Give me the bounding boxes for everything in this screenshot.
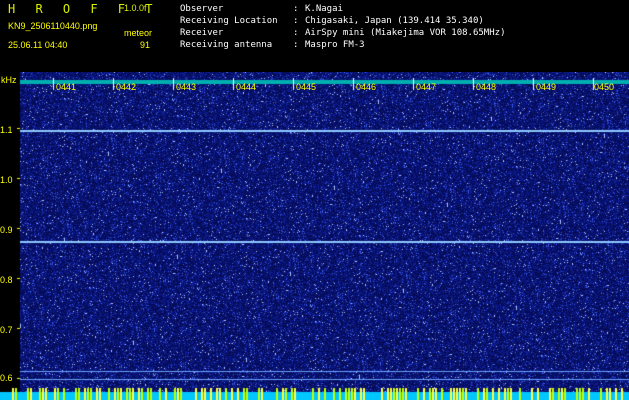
info-key: Receiver xyxy=(180,28,224,38)
mode-label: meteor xyxy=(124,28,153,38)
time-tick-label: 0444 xyxy=(236,82,257,92)
time-tick-label: 0445 xyxy=(296,82,317,92)
datetime-label: 25.06.11 04:40 xyxy=(8,40,68,50)
spectrogram-canvas xyxy=(0,72,629,400)
app-version: 1.0.0f xyxy=(124,3,147,13)
header-panel: H R O F F T 1.0.0f KN9_2506110440.png me… xyxy=(0,0,629,72)
y-tick-label: 1.0 xyxy=(0,175,13,185)
filename-label: KN9_2506110440.png xyxy=(8,21,98,31)
time-tick-label: 0443 xyxy=(176,82,197,92)
y-axis-unit: kHz xyxy=(1,75,17,85)
info-key: Receiving Location xyxy=(180,16,278,26)
info-value: AirSpy mini (Miakejima VOR 108.65MHz) xyxy=(305,28,506,38)
y-tick-label: 1.1 xyxy=(0,125,13,135)
info-row-antenna: Receiving antenna: Maspro FM-3 xyxy=(180,40,365,50)
y-tick-label: 0.6 xyxy=(0,373,13,383)
time-tick-label: 0447 xyxy=(416,82,437,92)
time-tick-label: 0441 xyxy=(56,82,77,92)
info-value: K.Nagai xyxy=(305,4,343,14)
info-row-receiver: Receiver: AirSpy mini (Miakejima VOR 108.… xyxy=(180,28,506,38)
y-tick-label: 0.9 xyxy=(0,225,13,235)
info-row-location: Receiving Location: Chigasaki, Japan (139… xyxy=(180,16,484,26)
info-key: Observer xyxy=(180,4,224,14)
y-tick-label: 0.7 xyxy=(0,325,13,335)
time-tick-label: 0448 xyxy=(476,82,497,92)
info-row-observer: Observer: K.Nagai xyxy=(180,4,343,14)
y-tick-label: 0.8 xyxy=(0,275,13,285)
time-tick-label: 0442 xyxy=(116,82,137,92)
time-tick-label: 0446 xyxy=(356,82,377,92)
info-value: Maspro FM-3 xyxy=(305,40,365,50)
info-key: Receiving antenna xyxy=(180,40,273,50)
time-tick-label: 0449 xyxy=(536,82,557,92)
info-value: Chigasaki, Japan (139.414 35.340) xyxy=(305,16,484,26)
count-label: 91 xyxy=(140,40,151,50)
time-tick-label: 0450 xyxy=(594,82,615,92)
